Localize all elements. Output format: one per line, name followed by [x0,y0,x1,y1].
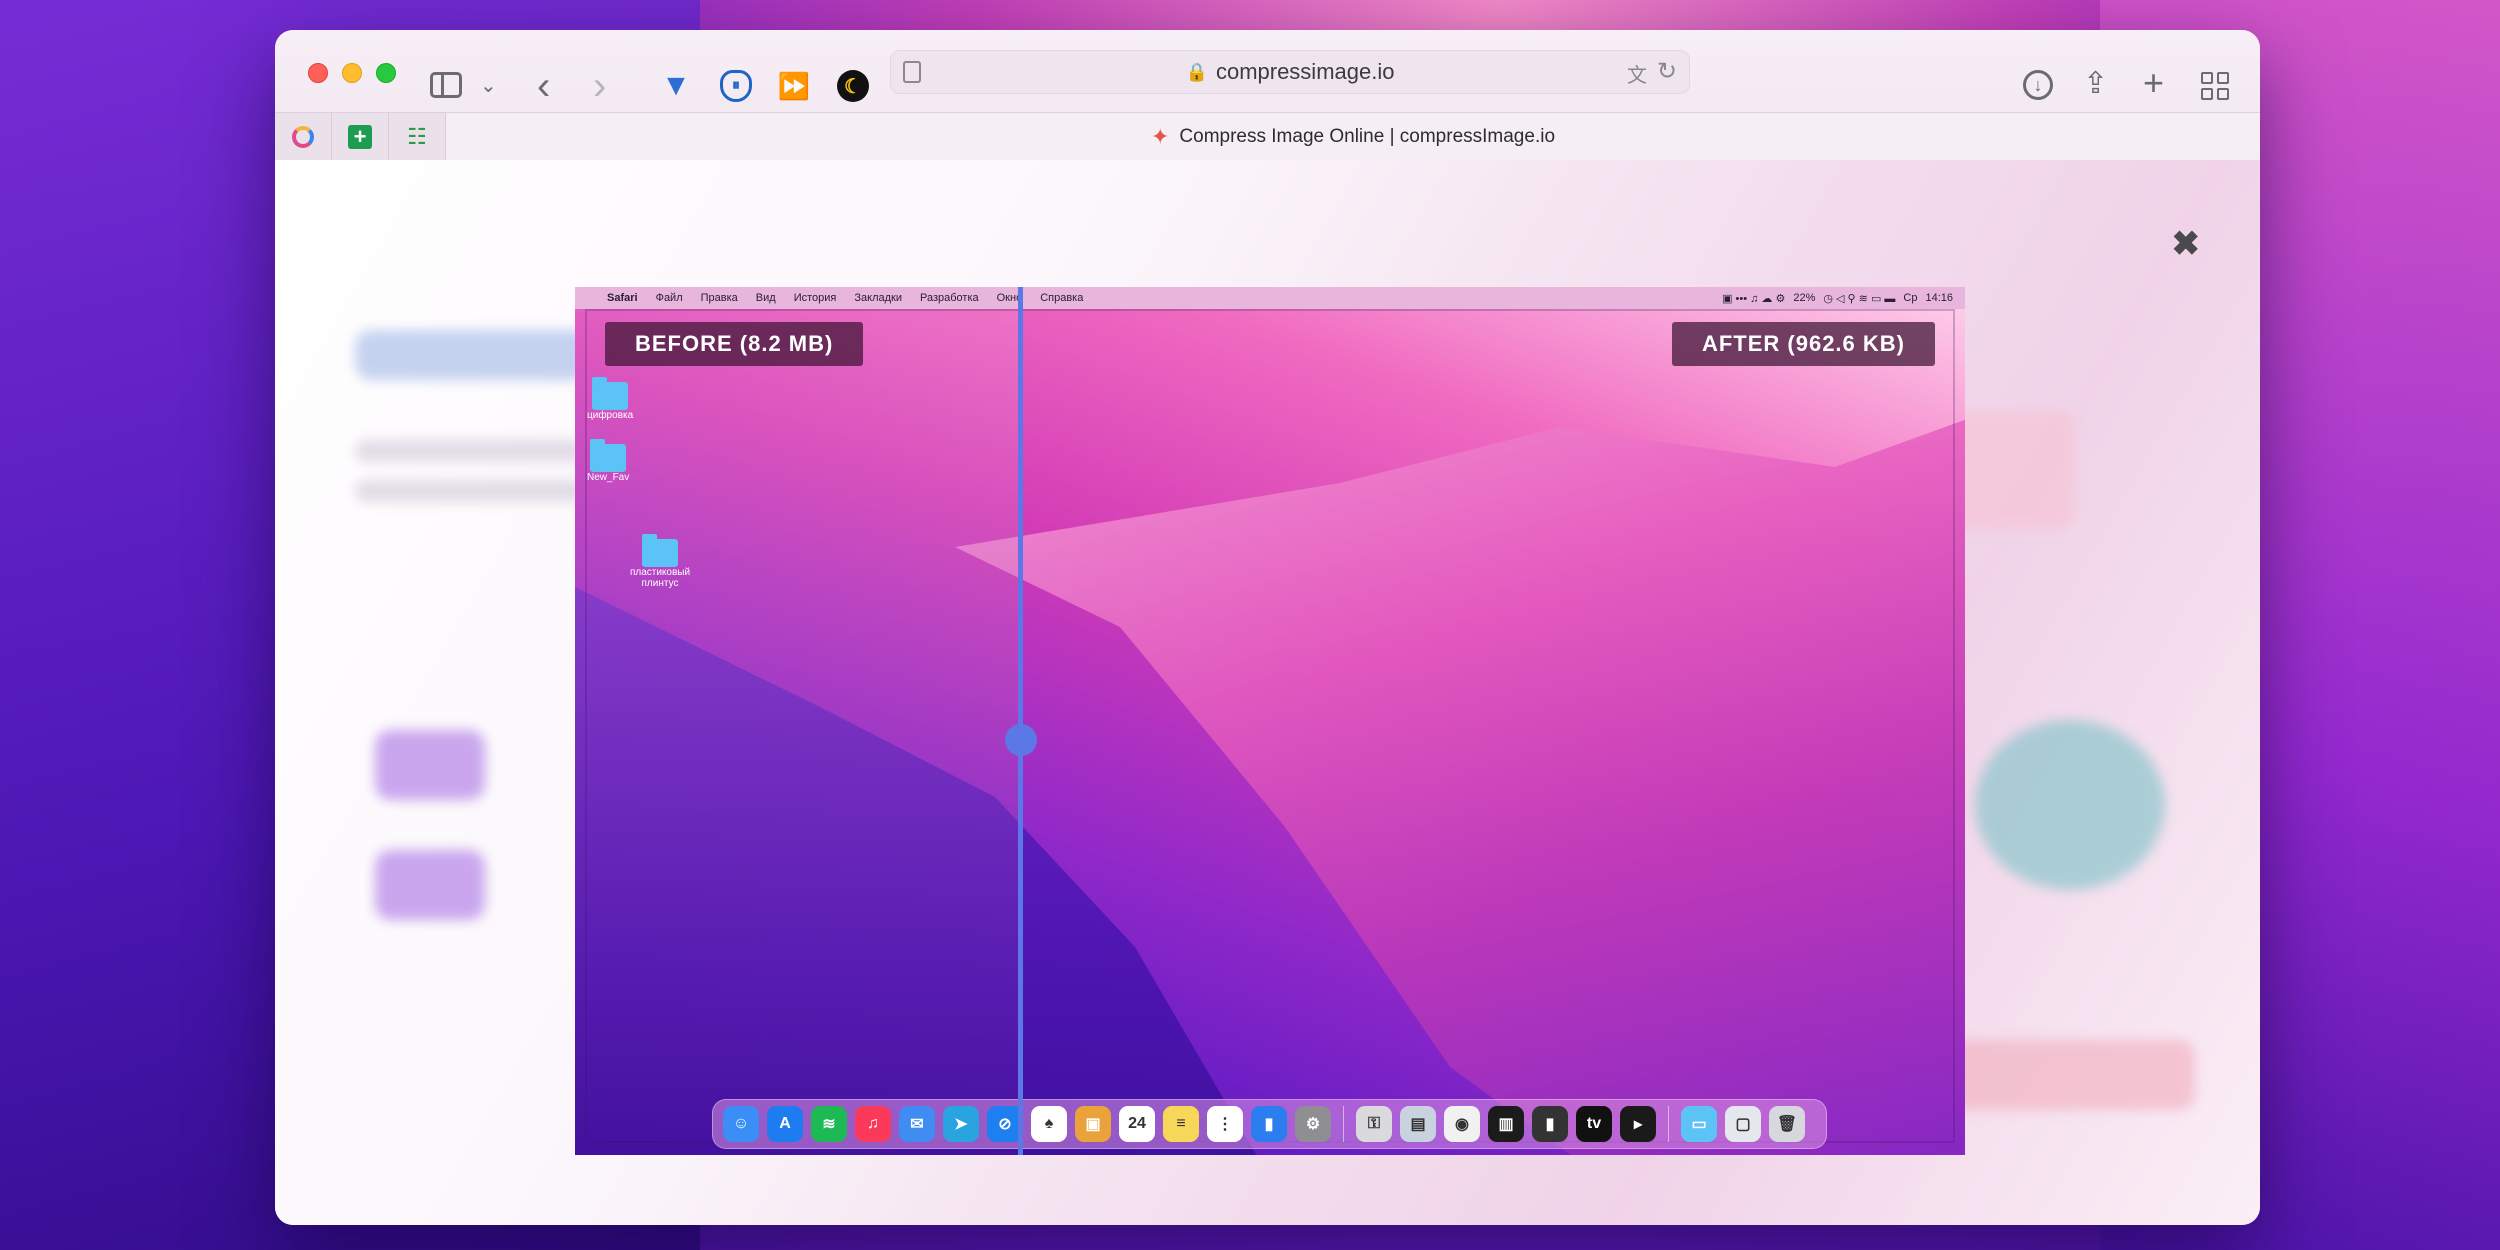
menu-item: Справка [1040,292,1084,304]
dock-separator [1668,1106,1669,1142]
folder-icon [642,534,678,567]
lock-icon: 🔒 [1185,61,1208,82]
pinned-tab-checklist[interactable]: ☷ [389,113,446,161]
preview-icon[interactable]: ▣ [1075,1106,1111,1142]
comparison-slider-handle[interactable] [1005,724,1037,756]
menu-item: Вид [755,292,776,304]
telegram-icon[interactable]: ➤ [943,1106,979,1142]
pinned-tab-sheets[interactable]: + [332,113,389,161]
translate-icon[interactable]: 文 [1627,59,1647,88]
narrow-app-icon[interactable]: ▮ [1532,1106,1568,1142]
desktop-folder-label: New_Fav [587,472,630,483]
safari-window: ⌄ ‹ › ▼ ⏸ ⏩ ☾ 🔒 compressimage.io 文 ↻ ↓ ⇪… [275,30,2260,1225]
window-controls [308,63,396,83]
menubar-app-name: Safari [607,292,638,304]
menubar-time: 14:16 [1925,292,1953,304]
mail-icon[interactable]: ✉ [899,1106,935,1142]
blurred-thumbnail [375,850,485,920]
finder-icon[interactable]: ☺ [723,1106,759,1142]
audio-tool-icon[interactable]: ▥ [1488,1106,1524,1142]
menubar-day: Ср [1903,292,1918,304]
keychain-icon[interactable]: ⚿ [1356,1106,1392,1142]
music-icon[interactable]: ♫ [855,1106,891,1142]
address-bar[interactable]: 🔒 compressimage.io 文 ↻ [890,50,1690,94]
menu-item: Файл [655,292,683,304]
forward-button[interactable]: › [593,66,606,106]
page-content: ✖ Safari Файл Правка Вид История Закладк… [275,160,2260,1225]
reload-icon[interactable]: ↻ [1657,57,1677,86]
close-window-button[interactable] [308,63,328,83]
desktop-folder[interactable]: пластиковый плинтус [620,534,700,589]
share-icon[interactable]: ⇪ [2083,66,2108,101]
desktop-folder-label: пластиковый плинтус [629,567,691,589]
pinned-tab-clickup[interactable] [275,113,332,161]
menu-item: Закладки [854,292,902,304]
status-icons: ◷ ◁ ⚲ ≋ ▭ ▬ [1823,292,1896,305]
status-icons: ▣ ••• ♫ ☁ ⚙ [1722,292,1786,305]
desktop-folder[interactable]: цифровка [587,377,634,421]
compressimage-favicon-icon: ✦ [1150,124,1170,149]
blurred-thumbnail [375,730,485,800]
reminders-icon[interactable]: ⋮ [1207,1106,1243,1142]
menu-item: История [793,292,837,304]
mac-dock: ☺ A ≋ ♫ ✉ ➤ ⊘ ♠ ▣ 24 ≡ ⋮ ▮ ⚙ ⚿ ▤ ◉ ▥ ▮ tv ▸ ▭ ▢ 🗑 [712,1099,1827,1149]
battery-percent: 22% [1793,292,1816,304]
before-size-label: BEFORE (8.2 MB) [605,322,864,366]
tab-overview-icon[interactable] [2201,72,2229,100]
desktop-folder[interactable]: New_Fav [587,439,630,483]
fast-forward-extension-icon[interactable]: ⏩ [778,70,810,102]
trash-icon[interactable]: 🗑 [1769,1106,1805,1142]
tab-strip: + ☷ ✦ Compress Image Online | compressIm… [275,112,2260,161]
calendar-icon[interactable]: 24 [1119,1106,1155,1142]
folder-icon [592,377,629,410]
reader-mode-icon[interactable] [903,61,921,83]
comparison-viewer[interactable]: Safari Файл Правка Вид История Закладки … [575,287,1965,1155]
blurred-illustration [1975,720,2165,890]
google-sheets-icon: + [348,124,372,149]
spotify-icon[interactable]: ≋ [811,1106,847,1142]
zoom-window-button[interactable] [376,63,396,83]
folder-icon [590,439,627,472]
toadstool-icon[interactable]: ♠ [1031,1106,1067,1142]
desktop-folder-label: цифровка [587,410,634,421]
chevron-down-icon[interactable]: ⌄ [480,76,497,96]
new-tab-button[interactable]: + [2143,62,2164,104]
close-modal-button[interactable]: ✖ [2172,224,2201,264]
checklist-icon: ☷ [407,124,427,149]
tab-compressimage[interactable]: ✦ Compress Image Online | compressImage.… [446,113,2260,161]
tab-title: Compress Image Online | compressImage.io [1179,126,1556,147]
toolbar: ⌄ ‹ › ▼ ⏸ ⏩ ☾ 🔒 compressimage.io 文 ↻ ↓ ⇪… [275,30,2260,161]
minimize-window-button[interactable] [342,63,362,83]
system-preferences-icon[interactable]: ⚙ [1295,1106,1331,1142]
menubar-status: ▣ ••• ♫ ☁ ⚙ 22% ◷ ◁ ⚲ ≋ ▭ ▬ Ср 14:16 [1722,287,1953,309]
screenshot-frame [585,309,1955,1143]
funnel-extension-icon[interactable]: ▼ [660,69,692,102]
after-size-label: AFTER (962.6 KB) [1671,322,1935,366]
back-button[interactable]: ‹ [537,66,550,106]
night-eye-moon-icon[interactable]: ☾ [837,70,869,102]
menu-item: Правка [700,292,738,304]
apple-tv-icon[interactable]: tv [1576,1106,1612,1142]
url-text: compressimage.io [1215,59,1395,84]
comparison-divider[interactable] [1018,287,1023,1155]
bookmarks-icon[interactable]: ▮ [1251,1106,1287,1142]
download-icon[interactable]: ↓ [2023,70,2053,100]
chrome-icon[interactable]: ◉ [1444,1106,1480,1142]
app-store-icon[interactable]: A [767,1106,803,1142]
clickup-icon [292,126,314,148]
menu-item: Разработка [919,292,979,304]
downloads-folder-icon[interactable]: ▭ [1681,1106,1717,1142]
mac-menubar: Safari Файл Правка Вид История Закладки … [575,287,1965,309]
terminal-icon[interactable]: ▸ [1620,1106,1656,1142]
notes-icon[interactable]: ≡ [1163,1106,1199,1142]
sidebar-toggle-icon[interactable] [430,72,462,98]
dock-separator [1343,1106,1344,1142]
bitwarden-shield-icon[interactable]: ⏸ [720,70,752,102]
screenshot-icon[interactable]: ▢ [1725,1106,1761,1142]
screen-tool-icon[interactable]: ▤ [1400,1106,1436,1142]
